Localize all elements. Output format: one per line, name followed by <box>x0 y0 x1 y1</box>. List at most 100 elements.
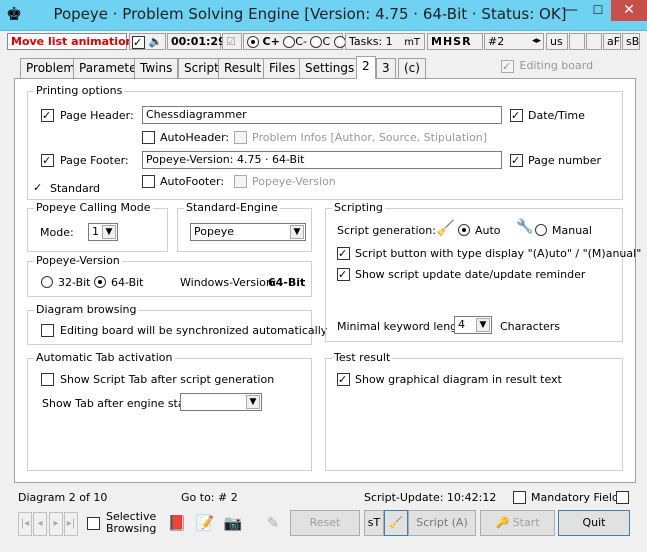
camera-icon[interactable]: 📷 <box>221 512 245 534</box>
tasks-label: Tasks: 1 <box>349 35 393 48</box>
spinner-arrows-icon[interactable]: ◂▸ <box>532 34 541 49</box>
test-result-legend: Test result <box>332 351 393 364</box>
c-plus-radio[interactable] <box>247 36 259 48</box>
tab-files[interactable]: Files <box>263 58 302 78</box>
auto-footer-label: AutoFooter: <box>160 175 225 188</box>
auto-header-label: AutoHeader: <box>160 131 230 144</box>
hand-tool-icon: 🔧 <box>516 219 534 235</box>
bit64-radio[interactable] <box>94 276 106 288</box>
calling-mode-legend: Popeye Calling Mode <box>34 201 153 214</box>
show-script-tab-checkbox[interactable] <box>41 373 54 386</box>
chevron-down-icon[interactable]: ▼ <box>290 225 304 239</box>
timer: 00:01:29 <box>167 33 226 50</box>
blank-cell-1[interactable] <box>569 33 585 50</box>
prev-diagram-icon[interactable]: ◂ <box>33 512 47 536</box>
c-label: C <box>322 35 331 48</box>
show-tab-select[interactable]: ▼ <box>180 393 262 411</box>
speaker-icon[interactable]: 🔈 <box>149 35 163 48</box>
page-number-checkbox[interactable] <box>510 154 523 167</box>
book-icon[interactable]: 📕 <box>165 512 189 534</box>
windows-version-label: Windows-Version: <box>180 276 277 289</box>
reset-button[interactable]: Reset <box>290 510 360 536</box>
standard-engine-select[interactable]: Popeye ▼ <box>190 223 306 241</box>
manual-radio[interactable] <box>535 224 547 236</box>
tab-copyright[interactable]: (c) <box>398 58 426 78</box>
chevron-down-icon[interactable]: ▼ <box>476 318 490 332</box>
page-footer-label: Page Footer: <box>60 154 129 167</box>
af-label[interactable]: aF <box>603 33 621 50</box>
editing-board-checkbox[interactable] <box>501 59 514 73</box>
chevron-down-icon[interactable]: ▼ <box>246 395 260 409</box>
tab-settings-2[interactable]: 2 <box>356 56 376 79</box>
sync-checkbox[interactable] <box>41 324 54 337</box>
mode-select[interactable]: 1 ▼ <box>88 223 118 241</box>
tab-result[interactable]: Result <box>218 58 268 78</box>
tab-problem[interactable]: Problem <box>20 58 82 78</box>
problem-infos-checkbox[interactable] <box>234 131 247 144</box>
notepad-help-icon[interactable]: 📝 <box>193 512 217 534</box>
popeye-version-checkbox[interactable] <box>234 175 247 188</box>
standard-engine-group: Standard-Engine Popeye ▼ <box>177 201 312 252</box>
c-minus-label: C- <box>295 35 307 48</box>
close-icon[interactable]: ✕ <box>611 0 647 21</box>
popeye-version-legend: Popeye-Version <box>34 254 122 267</box>
sync-label: Editing board will be synchronized autom… <box>60 324 328 337</box>
chevron-down-icon[interactable]: ▼ <box>102 225 116 239</box>
tab-twins[interactable]: Twins <box>134 58 179 78</box>
update-reminder-checkbox[interactable] <box>337 268 350 281</box>
min-keyword-select[interactable]: 4 ▼ <box>454 316 492 334</box>
c-minus-radio[interactable] <box>283 36 296 48</box>
maximize-icon[interactable]: ☐ <box>585 0 611 21</box>
tab-settings-3[interactable]: 3 <box>376 58 396 78</box>
standard-checkbox[interactable] <box>33 182 46 195</box>
page-footer-input[interactable]: Popeye-Version: 4.75 · 64-Bit <box>142 151 502 169</box>
auto-radio[interactable] <box>458 224 470 236</box>
us-label[interactable]: us <box>546 33 568 50</box>
page-header-input[interactable]: Chessdiagrammer <box>142 106 502 124</box>
mandatory-indicator <box>616 491 629 504</box>
start-icon: 🔑 <box>495 516 510 529</box>
last-diagram-icon[interactable]: ▸| <box>64 512 78 536</box>
goto-label[interactable]: Go to: # 2 <box>181 491 238 504</box>
start-button[interactable]: 🔑 Start <box>480 510 555 536</box>
timer-check-icon[interactable]: ☑ <box>222 33 242 50</box>
animation-toggle[interactable]: 🔈 <box>129 33 166 50</box>
page-footer-checkbox[interactable] <box>41 154 54 167</box>
diagram-browsing-legend: Diagram browsing <box>34 303 139 316</box>
selective-browsing-checkbox[interactable] <box>87 517 100 530</box>
editing-board-toggle[interactable]: Editing board <box>501 59 593 73</box>
st-button[interactable]: sT <box>364 510 384 536</box>
mandatory-fields-checkbox[interactable] <box>513 491 526 504</box>
printing-options-group: Printing options Page Header: Chessdiagr… <box>27 84 623 200</box>
animation-checkbox[interactable] <box>132 35 145 49</box>
mode-label: Mode: <box>40 226 74 239</box>
quit-button[interactable]: Quit <box>558 510 630 536</box>
bit32-label: 32-Bit <box>58 276 91 289</box>
problem-number-cell: #2 ◂▸ <box>484 33 544 50</box>
u-radio[interactable] <box>333 36 346 48</box>
auto-footer-checkbox[interactable] <box>142 175 155 188</box>
script-a-button[interactable]: Script (A) <box>408 510 476 536</box>
chess-king-icon[interactable]: ♚ <box>6 5 24 25</box>
move-animation-label[interactable]: Move list animation <box>7 33 133 50</box>
sb-label[interactable]: sB <box>622 33 640 50</box>
update-reminder-label: Show script update date/update reminder <box>355 268 586 281</box>
page-header-checkbox[interactable] <box>41 109 54 122</box>
script-update-label: Script-Update: 10:42:12 <box>364 491 497 504</box>
next-diagram-icon[interactable]: ▸ <box>49 512 63 536</box>
page-number-label: Page number <box>528 154 602 167</box>
script-robot-icon[interactable]: 🧹 <box>384 510 408 536</box>
auto-tab-group: Automatic Tab activation Show Script Tab… <box>27 351 312 471</box>
broom-icon[interactable]: ✎ <box>261 512 285 534</box>
show-graphical-checkbox[interactable] <box>337 373 350 386</box>
bit32-radio[interactable] <box>41 276 53 288</box>
popeye-version-label: Popeye-Version <box>252 175 336 188</box>
script-button-checkbox[interactable] <box>337 247 350 260</box>
first-diagram-icon[interactable]: |◂ <box>18 512 32 536</box>
mhsr-label: MHSR <box>427 33 483 50</box>
minimize-icon[interactable]: — <box>557 0 585 21</box>
blank-cell-2[interactable] <box>586 33 602 50</box>
c-radio[interactable] <box>310 36 323 48</box>
auto-header-checkbox[interactable] <box>142 131 155 144</box>
date-time-checkbox[interactable] <box>510 109 523 122</box>
